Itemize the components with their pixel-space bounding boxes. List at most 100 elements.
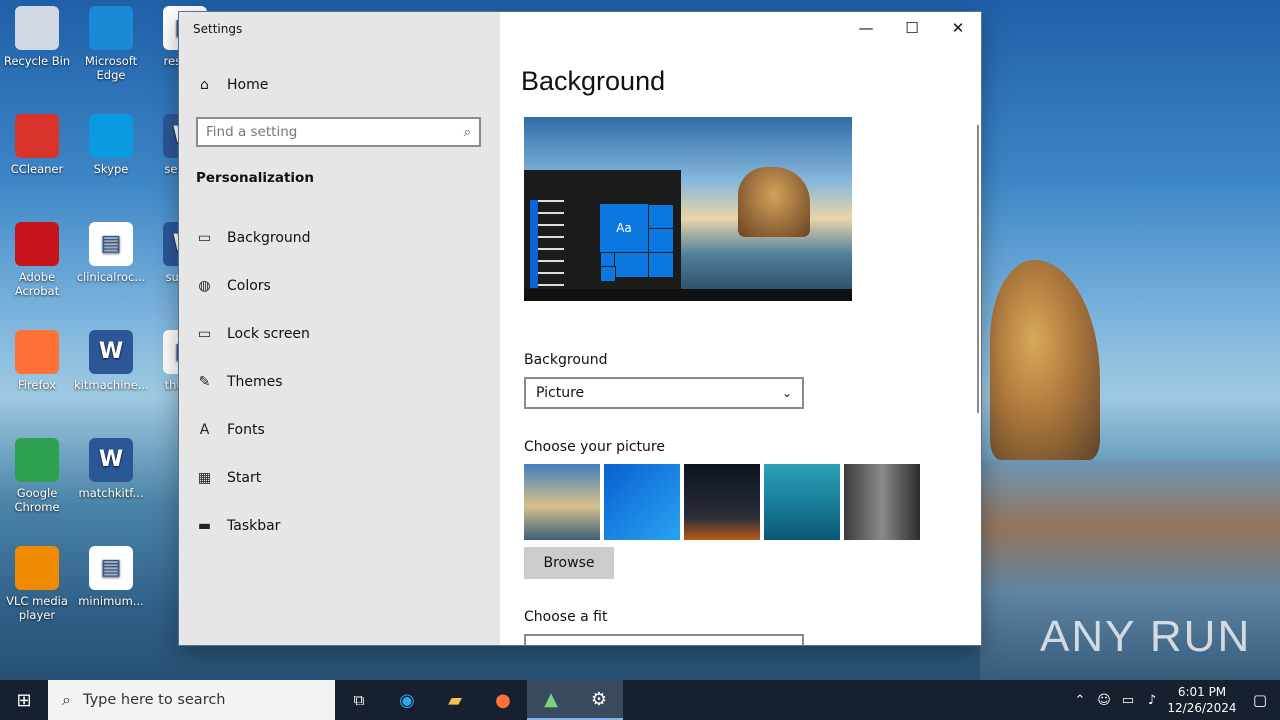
- taskbar-search[interactable]: ⌕ Type here to search: [48, 680, 335, 720]
- preview-strip: [530, 200, 538, 288]
- rock-cliff-thumbnail[interactable]: [844, 464, 920, 540]
- sidebar-item-themes[interactable]: ✎ Themes: [179, 358, 500, 406]
- window-title: Settings: [193, 22, 243, 36]
- desktop-icon[interactable]: Google Chrome: [0, 438, 74, 514]
- sidebar-item-fonts[interactable]: A Fonts: [179, 406, 500, 454]
- choose-fit-label: Choose a fit: [524, 609, 608, 625]
- underwater-thumbnail[interactable]: [764, 464, 840, 540]
- task-view-button[interactable]: ⧉: [335, 680, 383, 720]
- system-tray: ⌃ ☺ ▭ ♪ 6:01 PM 12/26/2024 ▢: [1068, 680, 1280, 720]
- word-icon: W: [89, 330, 133, 374]
- firefox-icon: [15, 330, 59, 374]
- desktop-icon-label: minimum...: [78, 594, 144, 608]
- fit-dropdown[interactable]: [524, 634, 804, 645]
- settings-window: Settings ⌂ Home Find a setting ⌕ Persona…: [179, 12, 981, 645]
- edge-icon: ◉: [399, 689, 415, 711]
- desktop-icon[interactable]: Firefox: [0, 330, 74, 392]
- sidebar-item-label: Start: [227, 470, 262, 486]
- scrollbar[interactable]: [977, 125, 979, 413]
- firefox-icon: ●: [495, 689, 511, 711]
- sidebar-item-label: Fonts: [227, 422, 265, 438]
- acrobat-icon: [15, 222, 59, 266]
- desktop-icon[interactable]: Wkitmachine...: [74, 330, 149, 392]
- volume-icon[interactable]: ♪: [1140, 693, 1164, 708]
- page-title: Background: [521, 66, 666, 96]
- desktop-icon-label: Firefox: [17, 378, 57, 392]
- picture-icon: ▭: [197, 230, 212, 246]
- sidebar-item-lock-screen[interactable]: ▭ Lock screen: [179, 310, 500, 358]
- maximize-button[interactable]: ☐: [889, 12, 935, 44]
- clock-date: 12/26/2024: [1167, 701, 1237, 715]
- sidebar-item-label: Colors: [227, 278, 271, 294]
- windows-blue-thumbnail[interactable]: [604, 464, 680, 540]
- search-icon: ⌕: [62, 690, 71, 709]
- desktop-icon[interactable]: Adobe Acrobat: [0, 222, 74, 298]
- desktop-icon-label: VLC media player: [6, 594, 68, 622]
- desktop-icon-label: Microsoft Edge: [84, 54, 138, 82]
- network-icon[interactable]: ▭: [1116, 693, 1140, 708]
- people-icon[interactable]: ☺: [1092, 693, 1116, 708]
- sidebar-item-label: Background: [227, 230, 311, 246]
- personalization-nav: ▭ Background ◍ Colors ▭ Lock screen ✎ Themes A Fo…: [179, 214, 500, 550]
- themes-icon: ✎: [198, 374, 211, 390]
- recycle-bin-icon: [15, 6, 59, 50]
- taskbar-edge[interactable]: ◉: [383, 680, 431, 720]
- night-sky-thumbnail[interactable]: [684, 464, 760, 540]
- taskbar-app[interactable]: ▲: [527, 680, 575, 720]
- desktop-icon-label: Recycle Bin: [3, 54, 71, 68]
- sidebar-item-start[interactable]: ▦ Start: [179, 454, 500, 502]
- notifications-icon[interactable]: ▢: [1240, 691, 1280, 709]
- taskbar-search-placeholder: Type here to search: [82, 692, 226, 708]
- background-dropdown[interactable]: Picture ⌄: [524, 377, 804, 409]
- desktop-icon-label: Skype: [93, 162, 129, 176]
- taskbar-settings[interactable]: ⚙: [575, 680, 623, 720]
- settings-main: — ☐ ✕ Background Aa Background Picture ⌄…: [500, 12, 981, 645]
- taskbar-firefox[interactable]: ●: [479, 680, 527, 720]
- desktop-cliff: [990, 260, 1100, 460]
- beach-rock-thumbnail[interactable]: [524, 464, 600, 540]
- settings-sidebar: Settings ⌂ Home Find a setting ⌕ Persona…: [179, 12, 500, 645]
- desktop-icon[interactable]: Recycle Bin: [0, 6, 74, 68]
- taskbar-icon: ▬: [197, 518, 212, 534]
- home-nav-item[interactable]: ⌂ Home: [196, 76, 268, 93]
- chevron-up-icon[interactable]: ⌃: [1068, 693, 1092, 708]
- sidebar-item-taskbar[interactable]: ▬ Taskbar: [179, 502, 500, 550]
- chrome-icon: [15, 438, 59, 482]
- fonts-icon: A: [199, 422, 210, 438]
- desktop-icon[interactable]: VLC media player: [0, 546, 74, 622]
- desktop-icon[interactable]: CCleaner: [0, 114, 74, 176]
- minimize-button[interactable]: —: [843, 12, 889, 44]
- background-preview: Aa: [524, 117, 852, 301]
- image-file-icon: ▤: [89, 222, 133, 266]
- desktop-icon[interactable]: ▤ clinicalroc...: [74, 222, 148, 284]
- desktop-icon-label: matchkitf...: [78, 486, 144, 500]
- taskbar-file-explorer[interactable]: ▰: [431, 680, 479, 720]
- task-view-icon: ⧉: [353, 691, 365, 709]
- sidebar-item-label: Taskbar: [227, 518, 281, 534]
- desktop-icon-label: CCleaner: [10, 162, 64, 176]
- image-file-icon: ▤: [89, 546, 133, 590]
- find-setting-input[interactable]: Find a setting ⌕: [196, 117, 481, 147]
- browse-button[interactable]: Browse: [524, 547, 614, 579]
- sidebar-item-background[interactable]: ▭ Background: [179, 214, 500, 262]
- desktop-icon[interactable]: Wmatchkitf...: [74, 438, 148, 500]
- preview-tile: Aa: [600, 204, 648, 252]
- desktop-icon[interactable]: Microsoft Edge: [74, 6, 148, 82]
- close-button[interactable]: ✕: [935, 12, 981, 44]
- desktop-icon[interactable]: Skype: [74, 114, 148, 176]
- desktop-icon[interactable]: ▤ minimum...: [74, 546, 148, 608]
- window-controls: — ☐ ✕: [843, 12, 981, 44]
- home-label: Home: [227, 76, 269, 93]
- vlc-icon: [15, 546, 59, 590]
- skype-icon: [89, 114, 133, 158]
- section-title: Personalization: [196, 170, 314, 186]
- palette-icon: ◍: [198, 278, 211, 294]
- background-label: Background: [524, 352, 608, 368]
- desktop-icon-label: Google Chrome: [14, 486, 60, 514]
- sidebar-item-colors[interactable]: ◍ Colors: [179, 262, 500, 310]
- sidebar-item-label: Themes: [227, 374, 283, 390]
- start-button[interactable]: ⊞: [0, 680, 48, 720]
- edge-icon: [89, 6, 133, 50]
- file-explorer-icon: ▰: [448, 689, 462, 711]
- clock[interactable]: 6:01 PM 12/26/2024: [1164, 684, 1240, 716]
